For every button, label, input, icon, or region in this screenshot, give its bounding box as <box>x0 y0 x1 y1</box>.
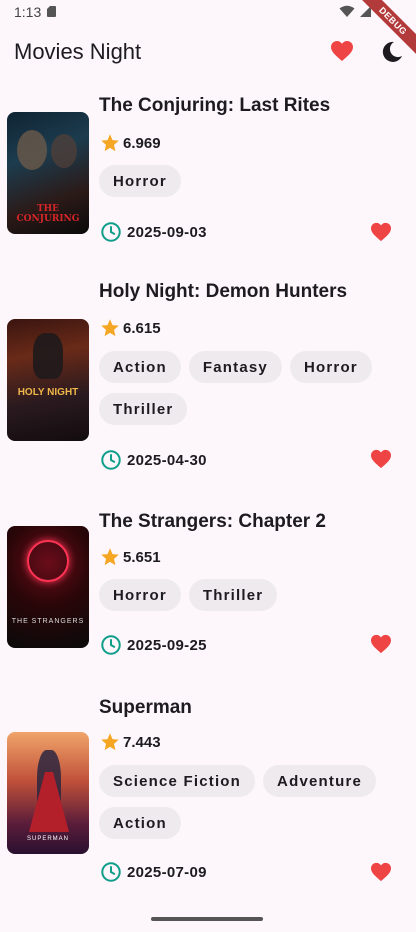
genre-chip: Adventure <box>263 765 377 797</box>
movie-card[interactable]: THE STRANGERS The Strangers: Chapter 2 5… <box>0 502 416 688</box>
poster-title: THE STRANGERS <box>11 618 85 625</box>
release-date-value: 2025-09-25 <box>127 636 207 654</box>
movie-title: Holy Night: Demon Hunters <box>99 281 348 302</box>
clock-icon <box>101 862 121 882</box>
clock-icon <box>101 222 121 242</box>
genre-chip: Horror <box>99 165 181 197</box>
genre-chips: Horror <box>99 165 399 197</box>
movie-title: The Strangers: Chapter 2 <box>99 511 326 532</box>
rating-value: 5.651 <box>123 548 161 566</box>
movie-poster[interactable]: HOLY NIGHT <box>7 319 89 441</box>
heart-icon <box>371 222 391 242</box>
release-date-value: 2025-07-09 <box>127 863 207 881</box>
clock-icon <box>101 635 121 655</box>
movie-poster[interactable]: THE CONJURING <box>7 112 89 234</box>
favorites-button[interactable] <box>330 40 356 64</box>
wifi-icon <box>339 5 355 17</box>
poster-title: HOLY NIGHT <box>17 387 79 398</box>
status-bar: 1:13 DEBUG <box>0 0 416 58</box>
rating: 5.651 <box>100 547 161 567</box>
favorite-button[interactable] <box>370 634 392 654</box>
movie-poster[interactable]: THE STRANGERS <box>7 526 89 648</box>
heart-icon <box>371 634 391 654</box>
moon-icon <box>382 41 402 62</box>
movie-poster[interactable]: SUPERMAN <box>7 732 89 854</box>
genre-chips: Action Fantasy Horror Thriller <box>99 351 389 425</box>
app-bar: Movies Night <box>0 24 416 80</box>
genre-chip: Thriller <box>99 393 188 425</box>
movie-card[interactable]: THE CONJURING The Conjuring: Last Rites … <box>0 88 416 274</box>
release-date: 2025-09-03 <box>100 221 207 243</box>
release-date-value: 2025-09-03 <box>127 223 207 241</box>
poster-figure <box>51 134 77 168</box>
home-indicator[interactable] <box>151 917 263 921</box>
heart-icon <box>371 449 391 469</box>
heart-icon <box>371 862 391 882</box>
status-time: 1:13 <box>14 4 42 20</box>
poster-title: SUPERMAN <box>26 836 69 842</box>
page-title: Movies Night <box>14 39 142 64</box>
status-icons <box>339 5 372 18</box>
release-date: 2025-04-30 <box>100 449 207 471</box>
favorite-button[interactable] <box>370 862 392 882</box>
poster-title: THE CONJURING <box>16 204 80 224</box>
rating: 7.443 <box>100 732 161 752</box>
clock-icon <box>101 450 121 470</box>
star-icon <box>101 733 119 751</box>
favorite-button[interactable] <box>370 449 392 469</box>
movie-list[interactable]: THE CONJURING The Conjuring: Last Rites … <box>0 88 416 916</box>
genre-chip: Horror <box>289 351 372 383</box>
star-icon <box>101 548 119 566</box>
star-icon <box>101 319 119 337</box>
theme-toggle-button[interactable] <box>380 40 406 66</box>
genre-chips: Horror Thriller <box>99 579 399 611</box>
poster-cape <box>29 772 69 832</box>
movie-title: Superman <box>99 697 192 718</box>
genre-chip: Horror <box>99 579 181 611</box>
movie-card[interactable]: SUPERMAN Superman 7.443 Science Fiction … <box>0 688 416 916</box>
release-date: 2025-07-09 <box>100 861 207 883</box>
poster-figure <box>17 130 47 170</box>
release-date: 2025-09-25 <box>100 634 207 656</box>
rating-value: 6.969 <box>123 134 161 152</box>
rating: 6.969 <box>100 133 161 153</box>
release-date-value: 2025-04-30 <box>127 451 207 469</box>
genre-chip: Science Fiction <box>99 765 256 797</box>
genre-chip: Action <box>99 351 181 383</box>
movie-card[interactable]: HOLY NIGHT Holy Night: Demon Hunters 6.6… <box>0 274 416 502</box>
genre-chips: Science Fiction Adventure Action <box>99 765 399 839</box>
star-icon <box>101 134 119 152</box>
genre-chip: Action <box>99 807 181 839</box>
rating-value: 7.443 <box>123 733 161 751</box>
favorite-button[interactable] <box>370 222 392 242</box>
genre-chip: Thriller <box>188 579 278 611</box>
rating-value: 6.615 <box>123 319 161 337</box>
genre-chip: Fantasy <box>188 351 282 383</box>
sim-card-icon <box>47 6 56 17</box>
movie-title: The Conjuring: Last Rites <box>99 95 331 116</box>
poster-neon-face <box>27 540 69 582</box>
poster-figure <box>33 333 63 379</box>
heart-icon <box>331 41 353 61</box>
rating: 6.615 <box>100 318 161 338</box>
